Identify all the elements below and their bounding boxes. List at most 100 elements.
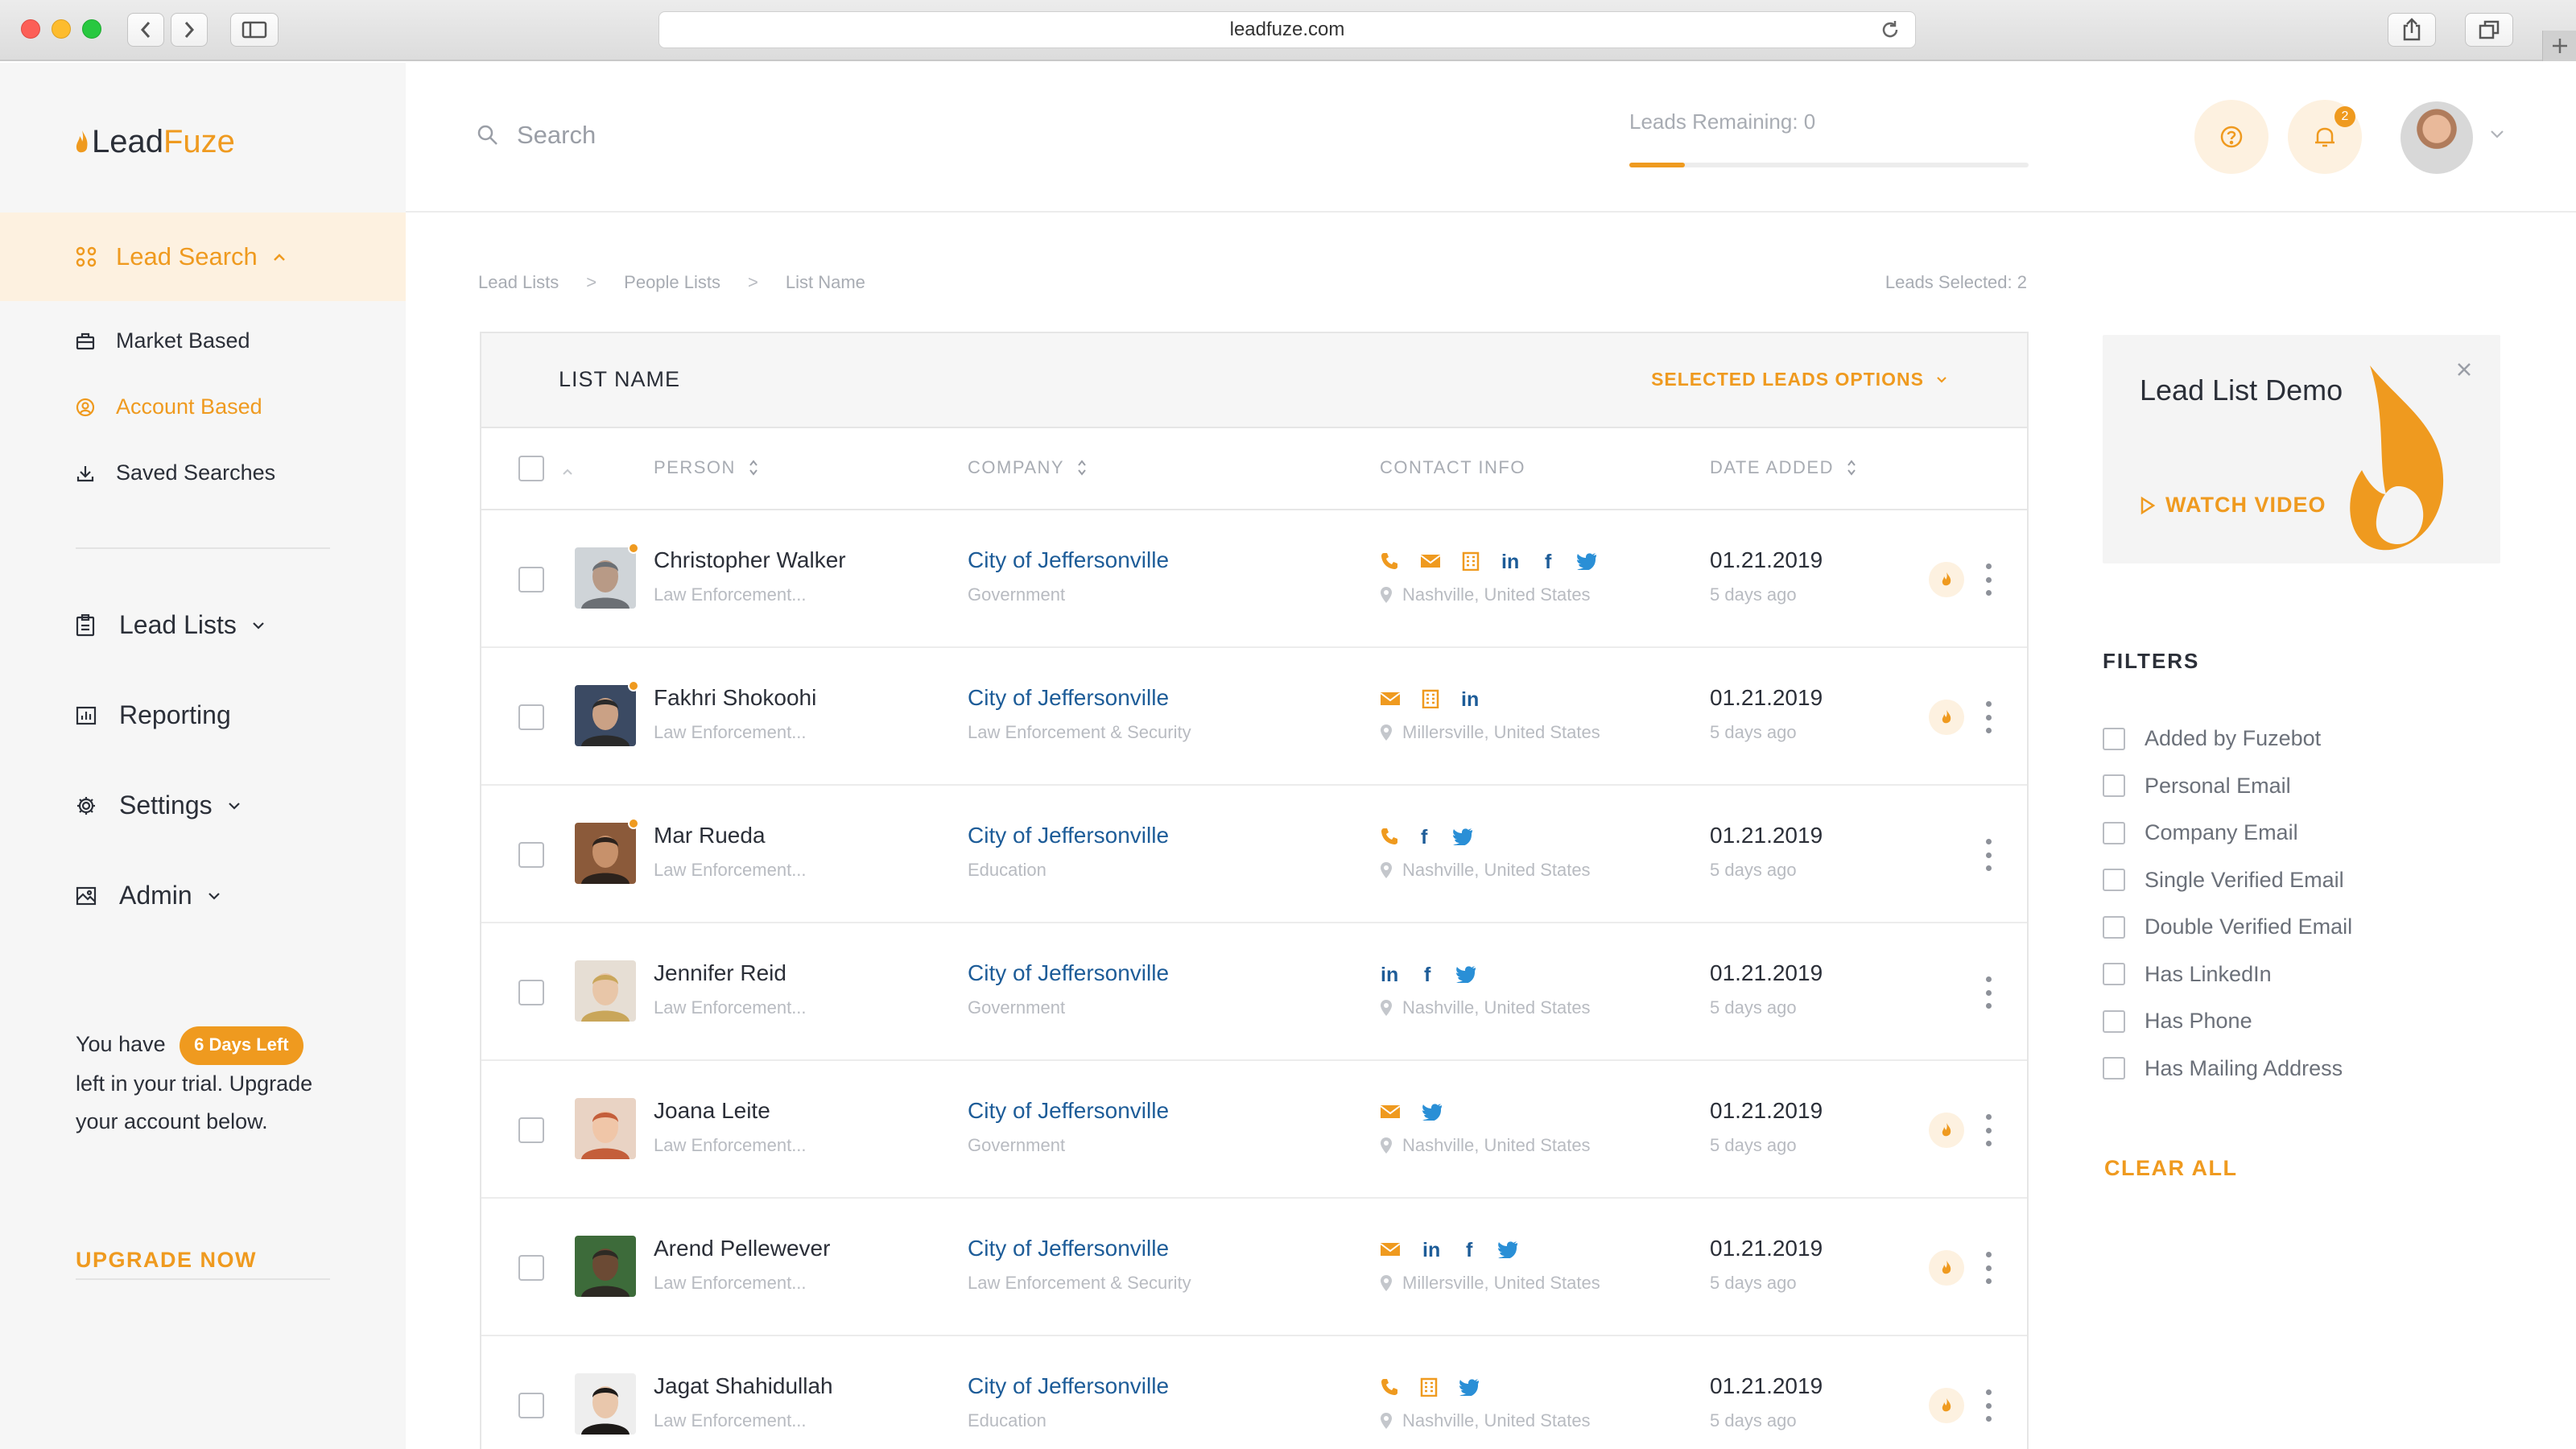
nav-saved-searches[interactable]: Saved Searches [76, 460, 275, 485]
share-button[interactable] [2388, 13, 2436, 47]
facebook-icon[interactable]: f [1423, 964, 1435, 984]
person-name[interactable]: Mar Rueda [654, 823, 766, 848]
user-avatar[interactable] [2401, 101, 2473, 174]
column-person[interactable]: PERSON [654, 457, 758, 478]
row-checkbox[interactable] [518, 980, 544, 1005]
building-icon[interactable] [1422, 689, 1439, 708]
filter-option[interactable]: Has Phone [2103, 1009, 2252, 1034]
nav-settings[interactable]: Settings [76, 791, 242, 820]
filter-option[interactable]: Added by Fuzebot [2103, 726, 2321, 751]
filter-option[interactable]: Personal Email [2103, 774, 2291, 799]
mail-icon[interactable] [1380, 1241, 1401, 1257]
phone-icon[interactable] [1380, 827, 1399, 846]
filter-checkbox[interactable] [2103, 869, 2125, 891]
company-link[interactable]: City of Jeffersonville [968, 547, 1169, 573]
forward-button[interactable] [171, 13, 208, 47]
row-checkbox[interactable] [518, 1255, 544, 1281]
person-name[interactable]: Fakhri Shokoohi [654, 685, 816, 711]
nav-admin[interactable]: Admin [76, 881, 221, 910]
facebook-icon[interactable]: f [1420, 827, 1431, 846]
fuzebot-button[interactable] [1929, 562, 1964, 597]
fuzebot-button[interactable] [1929, 1250, 1964, 1286]
fuzebot-button[interactable] [1929, 1113, 1964, 1148]
company-link[interactable]: City of Jeffersonville [968, 685, 1169, 711]
filter-checkbox[interactable] [2103, 1009, 2125, 1033]
person-name[interactable]: Christopher Walker [654, 547, 846, 573]
person-name[interactable]: Joana Leite [654, 1098, 770, 1124]
filter-checkbox[interactable] [2103, 727, 2125, 750]
help-button[interactable] [2194, 100, 2268, 174]
chevron-down-icon[interactable] [2489, 129, 2505, 144]
twitter-icon[interactable] [1497, 1241, 1518, 1258]
building-icon[interactable] [1420, 1377, 1438, 1397]
breadcrumb-lead-lists[interactable]: Lead Lists [478, 272, 559, 293]
nav-lead-lists[interactable]: Lead Lists [76, 610, 266, 640]
company-link[interactable]: City of Jeffersonville [968, 1098, 1169, 1124]
company-link[interactable]: City of Jeffersonville [968, 960, 1169, 986]
row-more-menu-icon[interactable] [1985, 1252, 1992, 1284]
company-link[interactable]: City of Jeffersonville [968, 1373, 1169, 1399]
mail-icon[interactable] [1380, 691, 1401, 707]
new-tab-button[interactable] [2542, 31, 2576, 61]
tabs-overview-button[interactable] [2465, 13, 2513, 47]
company-link[interactable]: City of Jeffersonville [968, 823, 1169, 848]
linkedin-icon[interactable]: in [1422, 1240, 1444, 1259]
nav-market-based[interactable]: Market Based [76, 328, 250, 353]
twitter-icon[interactable] [1452, 828, 1473, 845]
row-checkbox[interactable] [518, 1117, 544, 1143]
upgrade-now-link[interactable]: UPGRADE NOW [76, 1248, 257, 1273]
filter-checkbox[interactable] [2103, 915, 2125, 939]
logo[interactable]: Lead Fuze [74, 124, 235, 160]
company-link[interactable]: City of Jeffersonville [968, 1236, 1169, 1261]
phone-icon[interactable] [1380, 1377, 1399, 1397]
close-icon[interactable] [2455, 361, 2473, 382]
url-bar[interactable]: leadfuze.com [658, 11, 1916, 48]
close-window-button[interactable] [21, 19, 40, 39]
select-all-checkbox[interactable] [518, 456, 544, 481]
zoom-window-button[interactable] [82, 19, 101, 39]
table-row[interactable]: Jagat Shahidullah Law Enforcement... Cit… [481, 1336, 2027, 1449]
filter-checkbox[interactable] [2103, 963, 2125, 985]
row-more-menu-icon[interactable] [1985, 701, 1992, 733]
table-row[interactable]: Joana Leite Law Enforcement... City of J… [481, 1061, 2027, 1199]
nav-lead-search[interactable]: Lead Search [0, 213, 406, 301]
table-row[interactable]: Jennifer Reid Law Enforcement... City of… [481, 923, 2027, 1061]
table-row[interactable]: Arend Pellewever Law Enforcement... City… [481, 1199, 2027, 1336]
row-more-menu-icon[interactable] [1985, 1114, 1992, 1146]
twitter-icon[interactable] [1576, 552, 1597, 570]
mail-icon[interactable] [1380, 1104, 1401, 1120]
linkedin-icon[interactable]: in [1501, 551, 1523, 571]
table-row[interactable]: Christopher Walker Law Enforcement... Ci… [481, 510, 2027, 648]
facebook-icon[interactable]: f [1465, 1240, 1476, 1259]
phone-icon[interactable] [1380, 551, 1399, 571]
row-checkbox[interactable] [518, 704, 544, 730]
twitter-icon[interactable] [1455, 965, 1476, 983]
search-field[interactable]: Search [477, 121, 596, 150]
person-name[interactable]: Jagat Shahidullah [654, 1373, 833, 1399]
watch-video-button[interactable]: WATCH VIDEO [2140, 493, 2326, 518]
minimize-window-button[interactable] [52, 19, 71, 39]
reload-icon[interactable] [1880, 19, 1901, 46]
row-checkbox[interactable] [518, 1393, 544, 1418]
filter-option[interactable]: Has Mailing Address [2103, 1056, 2343, 1081]
filter-checkbox[interactable] [2103, 1057, 2125, 1080]
table-row[interactable]: Fakhri Shokoohi Law Enforcement... City … [481, 648, 2027, 786]
person-name[interactable]: Jennifer Reid [654, 960, 786, 986]
filter-option[interactable]: Single Verified Email [2103, 868, 2344, 893]
person-name[interactable]: Arend Pellewever [654, 1236, 830, 1261]
column-date-added[interactable]: DATE ADDED [1710, 457, 1856, 478]
row-more-menu-icon[interactable] [1985, 839, 1992, 871]
filter-checkbox[interactable] [2103, 774, 2125, 797]
filter-option[interactable]: Has LinkedIn [2103, 962, 2272, 987]
linkedin-icon[interactable]: in [1460, 689, 1483, 708]
filter-checkbox[interactable] [2103, 821, 2125, 844]
row-more-menu-icon[interactable] [1985, 976, 1992, 1009]
building-icon[interactable] [1462, 551, 1480, 571]
fuzebot-button[interactable] [1929, 1388, 1964, 1423]
facebook-icon[interactable]: f [1544, 551, 1555, 571]
clear-all-button[interactable]: CLEAR ALL [2104, 1156, 2237, 1181]
table-row[interactable]: Mar Rueda Law Enforcement... City of Jef… [481, 786, 2027, 923]
breadcrumb-people-lists[interactable]: People Lists [624, 272, 720, 293]
nav-reporting[interactable]: Reporting [76, 700, 231, 730]
column-company[interactable]: COMPANY [968, 457, 1087, 478]
